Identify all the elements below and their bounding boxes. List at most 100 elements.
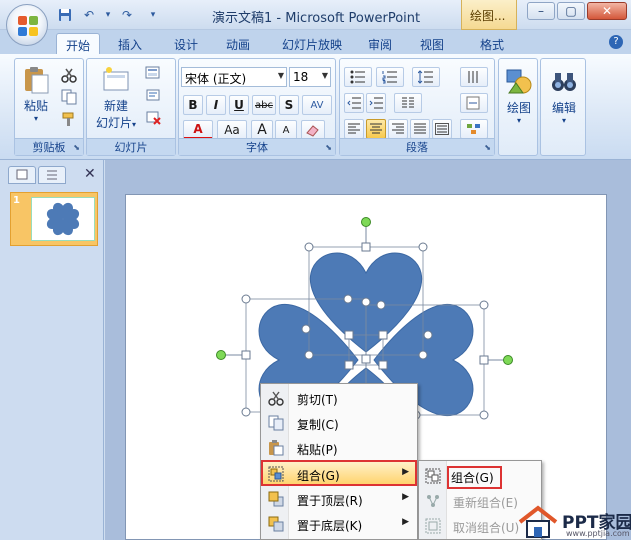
outline-tab[interactable] bbox=[38, 166, 66, 184]
decrease-indent-button[interactable] bbox=[344, 93, 364, 113]
restore-button[interactable]: ▢ bbox=[557, 2, 585, 20]
line-spacing-button[interactable] bbox=[412, 67, 440, 87]
customize-qat-icon[interactable]: ▾ bbox=[148, 6, 158, 24]
text-shadow-button[interactable]: S bbox=[279, 95, 299, 115]
distribute-icon bbox=[435, 123, 449, 135]
text-direction-button[interactable] bbox=[460, 67, 488, 87]
distribute-button[interactable] bbox=[432, 119, 452, 139]
send-back-icon bbox=[268, 516, 284, 532]
submenu-arrow-icon: ▶ bbox=[402, 517, 409, 527]
office-button[interactable] bbox=[6, 4, 48, 46]
new-slide-label-1: 新建 bbox=[103, 99, 128, 113]
align-center-button[interactable] bbox=[366, 119, 386, 139]
menu-item-bring-to-front[interactable]: 置于顶层(R) ▶ bbox=[263, 487, 415, 511]
bullets-button[interactable] bbox=[344, 67, 372, 87]
editing-group: 编辑 ▾ bbox=[540, 58, 586, 156]
numbering-button[interactable] bbox=[376, 67, 404, 87]
menu-item-paste[interactable]: 粘贴(P) bbox=[263, 436, 415, 460]
copy-icon bbox=[268, 415, 284, 431]
line-spacing-icon bbox=[418, 70, 433, 84]
paragraph-launcher-icon[interactable]: ⬊ bbox=[484, 143, 491, 152]
slides-tab[interactable] bbox=[8, 166, 36, 184]
scissors-icon bbox=[268, 390, 284, 406]
smartart-button[interactable] bbox=[460, 119, 488, 139]
justify-icon bbox=[414, 123, 426, 134]
undo-icon[interactable]: ↶ bbox=[80, 6, 98, 24]
tab-design[interactable]: 设计 bbox=[164, 33, 208, 54]
layout-icon[interactable] bbox=[145, 65, 161, 81]
tab-review[interactable]: 审阅 bbox=[358, 33, 402, 54]
font-size-combo[interactable]: 18 ▼ bbox=[289, 67, 331, 87]
new-slide-button[interactable]: 新建 幻灯片▾ bbox=[91, 65, 141, 131]
tab-animations[interactable]: 动画 bbox=[216, 33, 260, 54]
tab-insert[interactable]: 插入 bbox=[108, 33, 152, 54]
justify-button[interactable] bbox=[410, 119, 430, 139]
grow-font-button[interactable]: A bbox=[251, 120, 273, 140]
clipboard-launcher-icon[interactable]: ⬊ bbox=[73, 143, 80, 152]
align-right-button[interactable] bbox=[388, 119, 408, 139]
tab-home[interactable]: 开始 bbox=[56, 33, 100, 54]
drawing-button[interactable]: 绘图 ▾ bbox=[501, 67, 537, 125]
align-text-button[interactable] bbox=[460, 93, 488, 113]
change-case-button[interactable]: Aa bbox=[217, 120, 247, 140]
format-painter-icon[interactable] bbox=[61, 111, 77, 127]
slides-panel: ✕ 1 bbox=[0, 160, 104, 540]
font-group-label: 字体 bbox=[179, 138, 335, 155]
font-launcher-icon[interactable]: ⬊ bbox=[325, 143, 332, 152]
clear-formatting-button[interactable] bbox=[301, 120, 325, 140]
menu-item-send-to-back-label: 置于底层(K) bbox=[297, 519, 363, 533]
font-size-dropdown-icon[interactable]: ▼ bbox=[322, 71, 328, 80]
slide-thumbnail-preview bbox=[31, 197, 95, 241]
save-icon[interactable] bbox=[56, 6, 74, 24]
columns-button[interactable] bbox=[394, 93, 422, 113]
submenu-item-group[interactable]: 组合(G) bbox=[421, 464, 539, 489]
drawing-dropdown-icon: ▾ bbox=[516, 116, 521, 125]
menu-item-send-to-back[interactable]: 置于底层(K) ▶ bbox=[263, 512, 415, 536]
submenu-item-regroup-label: 重新组合(E) bbox=[453, 496, 518, 510]
group-icon bbox=[425, 468, 441, 484]
paste-button[interactable]: 粘贴 ▾ bbox=[19, 65, 53, 123]
italic-button[interactable]: I bbox=[206, 95, 226, 115]
tab-view[interactable]: 视图 bbox=[410, 33, 454, 54]
bullets-icon bbox=[350, 70, 365, 84]
title-bar: ↶ ▾ ↷ ▾ 演示文稿1 - Microsoft PowerPoint 绘图.… bbox=[0, 0, 631, 30]
increase-indent-button[interactable] bbox=[366, 93, 386, 113]
align-left-button[interactable] bbox=[344, 119, 364, 139]
help-icon[interactable]: ? bbox=[609, 35, 623, 49]
menu-item-group[interactable]: 组合(G) ▶ bbox=[261, 460, 417, 486]
new-slide-icon bbox=[101, 65, 131, 95]
cut-icon[interactable] bbox=[61, 67, 77, 83]
undo-dropdown-icon[interactable]: ▾ bbox=[104, 6, 112, 24]
copy-icon[interactable] bbox=[61, 89, 77, 105]
office-logo-icon bbox=[18, 16, 38, 36]
panel-close-icon[interactable]: ✕ bbox=[84, 166, 96, 182]
close-button[interactable]: ✕ bbox=[587, 2, 627, 20]
minimize-button[interactable]: – bbox=[527, 2, 555, 20]
reset-slide-icon[interactable] bbox=[145, 87, 161, 103]
slide-number: 1 bbox=[13, 195, 20, 206]
underline-button[interactable]: U bbox=[229, 95, 249, 115]
menu-item-cut[interactable]: 剪切(T) bbox=[263, 386, 415, 410]
submenu-item-group-label: 组合(G) bbox=[447, 466, 502, 489]
paste-icon bbox=[268, 440, 284, 456]
font-name-dropdown-icon[interactable]: ▼ bbox=[278, 71, 284, 80]
redo-icon[interactable]: ↷ bbox=[118, 6, 136, 24]
char-spacing-button[interactable]: AV bbox=[302, 95, 332, 115]
delete-slide-icon[interactable] bbox=[145, 109, 161, 125]
slides-group: 新建 幻灯片▾ 幻灯片 bbox=[86, 58, 176, 156]
tab-format[interactable]: 格式 bbox=[470, 33, 514, 54]
font-color-button[interactable]: A bbox=[183, 120, 213, 140]
bold-button[interactable]: B bbox=[183, 95, 203, 115]
drawing-tools-context-tab[interactable]: 绘图... bbox=[461, 0, 517, 30]
slide-thumbnail-1[interactable]: 1 bbox=[10, 192, 98, 246]
ungroup-icon bbox=[425, 518, 441, 534]
strikethrough-button[interactable]: abc bbox=[252, 95, 276, 115]
font-name-combo[interactable]: 宋体 (正文) ▼ bbox=[181, 67, 287, 87]
window-controls: – ▢ ✕ bbox=[527, 2, 627, 20]
shrink-font-button[interactable]: A bbox=[275, 120, 297, 140]
editing-button[interactable]: 编辑 ▾ bbox=[545, 67, 583, 125]
align-center-icon bbox=[370, 123, 382, 134]
align-left-icon bbox=[348, 123, 360, 134]
menu-item-copy[interactable]: 复制(C) bbox=[263, 411, 415, 435]
tab-slideshow[interactable]: 幻灯片放映 bbox=[272, 33, 352, 54]
